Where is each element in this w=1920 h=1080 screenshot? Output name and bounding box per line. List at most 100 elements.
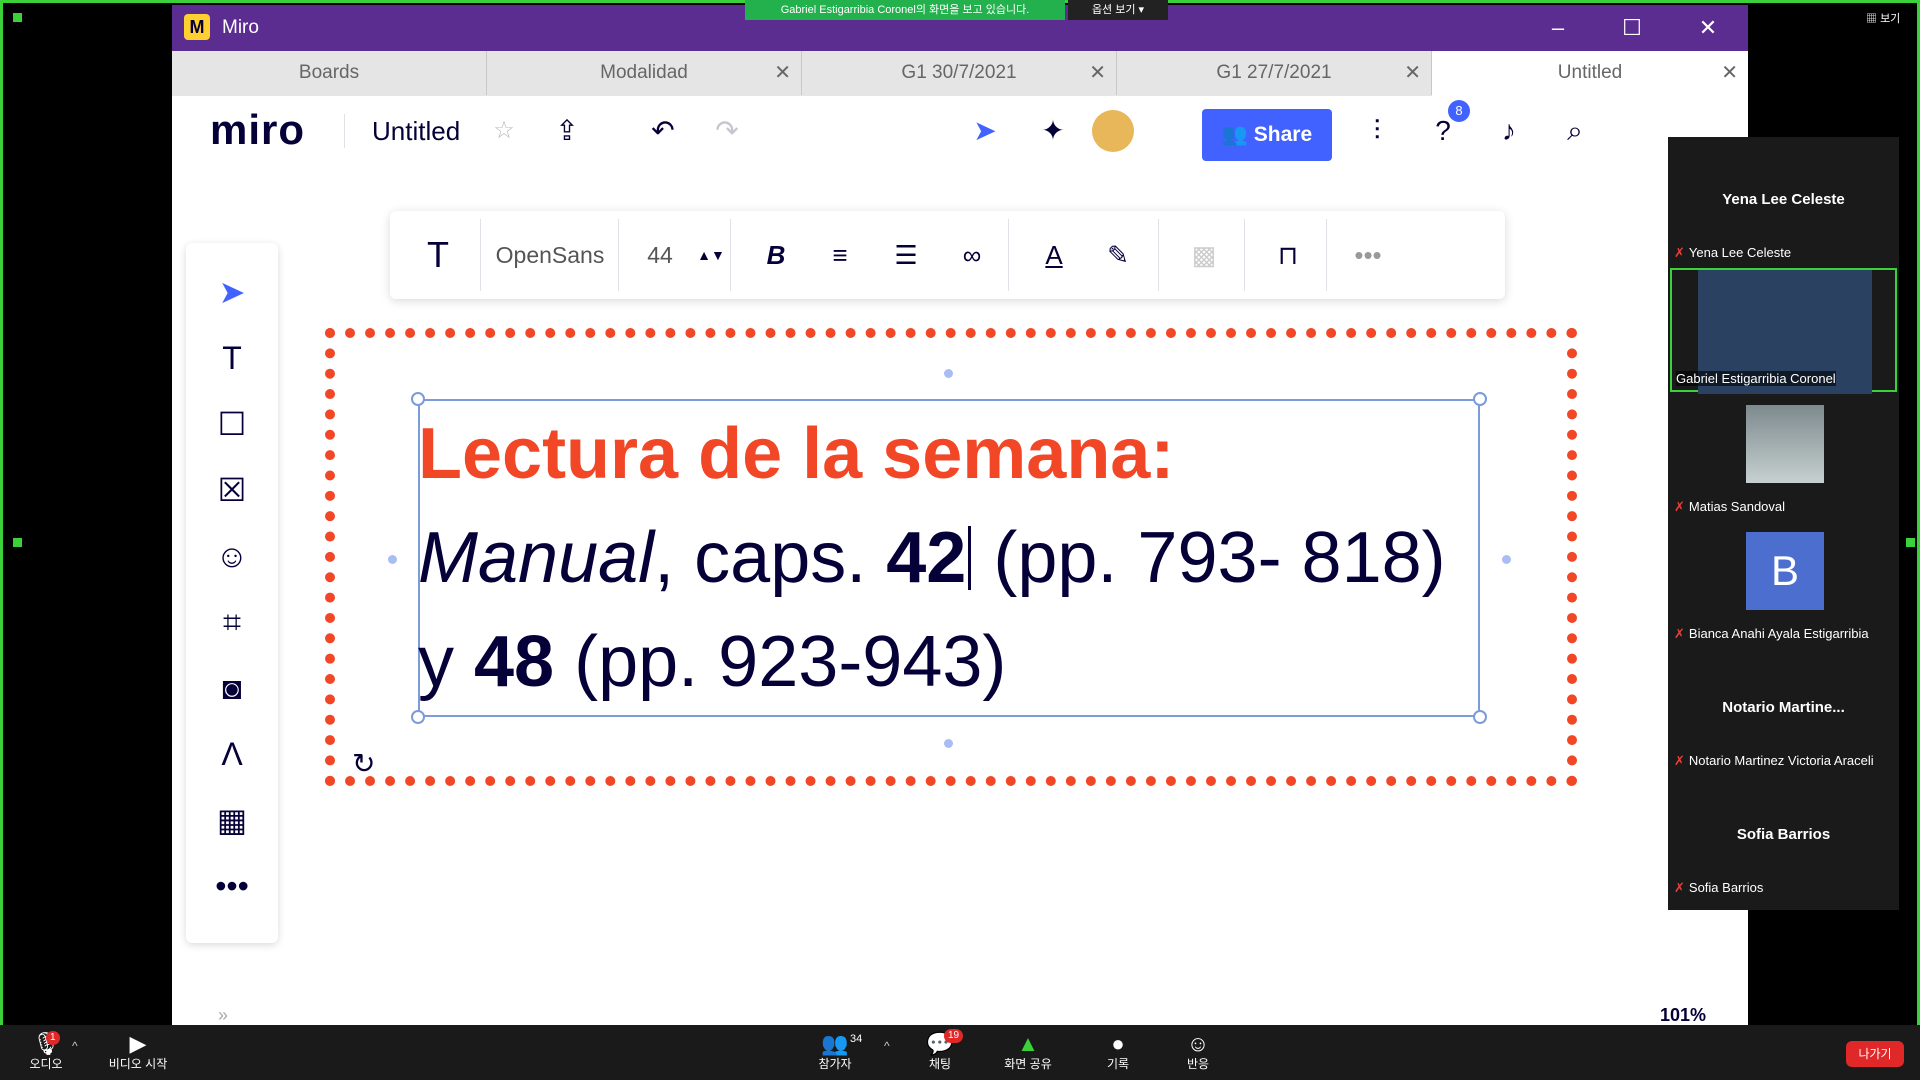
share-button[interactable]: 👥 Share [1202, 109, 1332, 161]
font-size-stepper-icon[interactable]: ▲▼ [696, 211, 726, 299]
participant-label: Gabriel Estigarribia Coronel [1676, 371, 1836, 386]
participant-tile[interactable]: Yena Lee Celeste ✗ Yena Lee Celeste [1670, 141, 1897, 265]
text-style-icon[interactable]: T [406, 211, 470, 299]
reactions-button[interactable]: ☺ 반응 [1158, 1031, 1238, 1072]
close-tab-icon[interactable]: ✕ [774, 51, 791, 95]
divider [480, 219, 481, 291]
frame-tool-icon[interactable]: ⌗ [209, 599, 255, 645]
share-screen-button[interactable]: ▲ 화면 공유 [988, 1031, 1068, 1072]
reading-title[interactable]: Lectura de la semana: [418, 413, 1174, 495]
more-options-icon[interactable]: ••• [1340, 211, 1396, 299]
link-icon[interactable]: ∞ [944, 211, 1000, 299]
close-tab-icon[interactable]: ✕ [1721, 51, 1738, 95]
view-button[interactable]: ▦ 보기 [1866, 10, 1900, 26]
more-tools-icon[interactable]: ••• [209, 863, 255, 909]
bold-icon[interactable]: B [748, 211, 804, 299]
upload-icon[interactable]: ⇪ [546, 110, 588, 152]
rotate-handle-icon[interactable]: ↻ [352, 747, 375, 780]
view-label: 보기 [1880, 13, 1901, 25]
view-options-button[interactable]: 옵션 보기 ▾ [1068, 0, 1168, 20]
text-format-toolbar: T OpenSans 44 ▲▼ B ≡ ☰ ∞ A ✎ ▩ ⊓ ••• [390, 211, 1505, 299]
close-tab-icon[interactable]: ✕ [1089, 51, 1106, 95]
start-video-button[interactable]: ▶ 비디오 시작 [98, 1031, 178, 1072]
rectangle-tool-icon[interactable]: ☐ [209, 401, 255, 447]
tab-g1-30[interactable]: G1 30/7/2021 ✕ [802, 51, 1117, 95]
text-tool-icon[interactable]: T [209, 335, 255, 381]
notifications-bell-icon[interactable]: ♪ [1488, 110, 1530, 152]
align-left-icon[interactable]: ≡ [812, 211, 868, 299]
reactions-icon: ☺ [1186, 1031, 1210, 1056]
font-family-select[interactable]: OpenSans [490, 211, 610, 299]
search-icon[interactable]: ⌕ [1554, 110, 1596, 152]
tab-boards[interactable]: Boards [172, 51, 487, 95]
manual-text: Manual [418, 518, 655, 598]
maximize-button[interactable]: ☐ [1612, 13, 1652, 43]
bullet-list-icon[interactable]: ☰ [878, 211, 934, 299]
camera-tool-icon[interactable]: ◙ [209, 665, 255, 711]
user-avatar[interactable] [1092, 110, 1134, 152]
emoji-tool-icon[interactable]: ☺ [209, 533, 255, 579]
share-screen-icon: ▲ [1017, 1031, 1039, 1056]
participant-tile[interactable]: Sofia Barrios ✗ Sofia Barrios [1670, 776, 1897, 900]
participant-tile[interactable]: B ✗ Bianca Anahi Ayala Estigarribia [1670, 522, 1897, 646]
connector-dot[interactable] [388, 555, 397, 564]
minimize-button[interactable]: – [1538, 13, 1578, 43]
tab-modalidad[interactable]: Modalidad ✕ [487, 51, 802, 95]
reading-line-chapters[interactable]: Manual, caps. 42 (pp. 793- 818) [418, 517, 1446, 599]
audio-options-chevron-icon[interactable]: ^ [72, 1039, 78, 1053]
fill-color-icon[interactable]: ▩ [1176, 211, 1232, 299]
star-icon[interactable]: ☆ [483, 110, 525, 152]
reading-line-pages[interactable]: y 48 (pp. 923-943) [418, 621, 1006, 703]
record-button[interactable]: ● 기록 [1078, 1031, 1158, 1072]
miro-brand[interactable]: miro [210, 106, 305, 154]
settings-sliders-icon[interactable]: ⫶ [1356, 110, 1398, 152]
redo-icon[interactable]: ↷ [706, 110, 748, 152]
resize-handle[interactable] [411, 392, 425, 406]
text-color-icon[interactable]: A [1026, 211, 1082, 299]
resize-handle[interactable] [1473, 392, 1487, 406]
video-off-icon: ▶ [129, 1031, 147, 1056]
divider [730, 219, 731, 291]
leave-meeting-button[interactable]: 나가기 [1846, 1041, 1904, 1067]
tab-g1-27[interactable]: G1 27/7/2021 ✕ [1117, 51, 1432, 95]
border-handle [1906, 538, 1915, 547]
participants-button[interactable]: 👥 참가자 [795, 1031, 875, 1072]
resize-handle[interactable] [1473, 710, 1487, 724]
participants-chevron-icon[interactable]: ^ [884, 1039, 890, 1053]
celebrate-icon[interactable]: ✦ [1032, 110, 1074, 152]
undo-icon[interactable]: ↶ [642, 110, 684, 152]
tab-label: G1 27/7/2021 [1216, 62, 1332, 83]
participants-panel: Yena Lee Celeste ✗ Yena Lee Celeste Gabri… [1668, 137, 1899, 910]
audio-label: 오디오 [29, 1057, 63, 1071]
participant-tile[interactable]: Notario Martine... ✗ Notario Martinez Vic… [1670, 649, 1897, 773]
templates-tool-icon[interactable]: ▦ [209, 797, 255, 843]
divider [618, 219, 619, 291]
lock-icon[interactable]: ⊓ [1260, 211, 1316, 299]
attention-pointer-icon[interactable]: ➤ [964, 110, 1006, 152]
close-tab-icon[interactable]: ✕ [1404, 51, 1421, 95]
select-tool-icon[interactable]: ➤ [209, 269, 255, 315]
expand-panel-icon[interactable]: » [218, 1005, 228, 1025]
connector-dot[interactable] [944, 369, 953, 378]
resize-handle[interactable] [411, 710, 425, 724]
divider [1008, 219, 1009, 291]
tab-untitled[interactable]: Untitled ✕ [1432, 51, 1748, 96]
participant-tile[interactable]: ✗ Matias Sandoval [1670, 395, 1897, 519]
pen-tool-icon[interactable]: Λ [209, 731, 255, 777]
participant-tile-active-speaker[interactable]: Gabriel Estigarribia Coronel [1670, 268, 1897, 394]
participants-label: 참가자 [818, 1057, 852, 1071]
tab-label: Boards [298, 62, 360, 83]
chat-button[interactable]: 💬 채팅 [900, 1031, 980, 1072]
share-screen-label: 화면 공유 [1004, 1057, 1052, 1071]
board-name[interactable]: Untitled [372, 116, 460, 147]
muted-mic-icon: ✗ [1674, 499, 1685, 514]
zoom-level[interactable]: 101% [1660, 1005, 1706, 1025]
divider [344, 114, 345, 148]
connector-dot[interactable] [944, 739, 953, 748]
highlight-icon[interactable]: ✎ [1090, 211, 1146, 299]
close-window-button[interactable]: ✕ [1688, 13, 1728, 43]
participants-count: 34 [850, 1033, 863, 1045]
font-size-input[interactable]: 44 [630, 211, 690, 299]
connector-dot[interactable] [1502, 555, 1511, 564]
sticky-note-tool-icon[interactable]: ☒ [209, 467, 255, 513]
